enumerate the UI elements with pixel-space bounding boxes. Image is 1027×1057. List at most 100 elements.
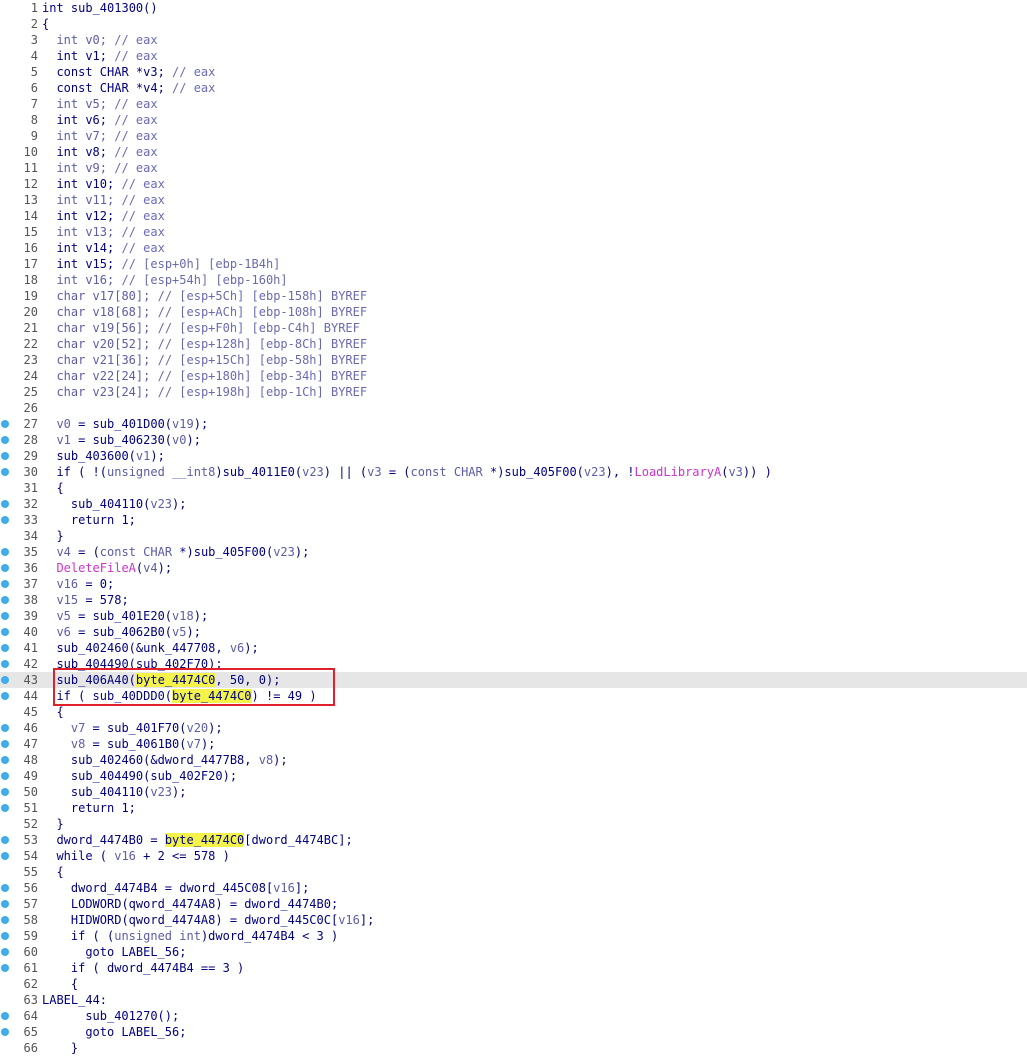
code-line[interactable]: 28 v1 = sub_406230(v0); (0, 432, 1027, 448)
code-token[interactable]: sub_404110( (71, 497, 150, 511)
code-token[interactable]: ]; (295, 881, 309, 895)
code-token[interactable]: v23 (302, 465, 324, 479)
code-token[interactable]: return 1; (71, 513, 136, 527)
code-token[interactable]: const CHAR (411, 465, 490, 479)
code-token[interactable]: v23 (150, 785, 172, 799)
code-text[interactable]: char v23[24]; // [esp+198h] [ebp-1Ch] BY… (42, 384, 367, 400)
code-line[interactable]: 29 sub_403600(v1); (0, 448, 1027, 464)
code-text[interactable]: } (42, 528, 63, 544)
code-token[interactable]: if ( sub_40DDD0( (56, 689, 172, 703)
code-token[interactable]: unsigned __int8 (107, 465, 215, 479)
code-token[interactable]: int v5; (56, 97, 114, 111)
code-token[interactable]: v20 (186, 721, 208, 735)
code-token[interactable]: int v16; (56, 273, 121, 287)
code-token[interactable]: v7 (186, 737, 200, 751)
code-token[interactable]: v16 (56, 577, 78, 591)
code-text[interactable]: char v20[52]; // [esp+128h] [ebp-8Ch] BY… (42, 336, 367, 352)
code-token[interactable]: ); (150, 449, 164, 463)
code-token[interactable]: char v22[24]; (56, 369, 157, 383)
code-token[interactable]: sub_402460(&unk_447708, (56, 641, 229, 655)
code-text[interactable]: LODWORD(qword_4474A8) = dword_4474B0; (42, 896, 338, 912)
code-text[interactable]: sub_401270(); (42, 1008, 179, 1024)
code-line[interactable]: 66} (0, 1040, 1027, 1056)
code-text[interactable]: v8 = sub_4061B0(v7); (42, 736, 216, 752)
code-token[interactable]: = 578; (78, 593, 128, 607)
code-text[interactable]: sub_404490(sub_402F70); (42, 656, 222, 672)
code-line[interactable]: 27 v0 = sub_401D00(v19); (0, 416, 1027, 432)
code-token[interactable]: sub_403600( (56, 449, 135, 463)
code-token[interactable]: v8 (259, 753, 273, 767)
code-text[interactable]: HIDWORD(qword_4474A8) = dword_445C0C[v16… (42, 912, 374, 928)
code-token[interactable]: HIDWORD(qword_4474A8) = dword_445C0C[ (71, 913, 338, 927)
code-line[interactable]: 39 v5 = sub_401E20(v18); (0, 608, 1027, 624)
code-line[interactable]: 40 v6 = sub_4062B0(v5); (0, 624, 1027, 640)
code-text[interactable]: v15 = 578; (42, 592, 128, 608)
code-token[interactable]: sub_401300() (71, 1, 158, 15)
code-text[interactable]: int v13; // eax (42, 224, 164, 240)
code-token[interactable]: ) != 49 ) (252, 689, 317, 703)
code-text[interactable]: if ( (unsigned int)dword_4474B4 < 3 ) (42, 928, 338, 944)
code-text[interactable]: if ( dword_4474B4 == 3 ) (42, 960, 244, 976)
code-token[interactable]: = sub_4061B0( (85, 737, 187, 751)
code-token[interactable]: LABEL_44: (42, 993, 107, 1007)
code-text[interactable]: int v9; // eax (42, 160, 157, 176)
code-token[interactable]: = 0; (78, 577, 114, 591)
code-token[interactable]: int v14; (56, 241, 121, 255)
code-line[interactable]: 1 int sub_401300() (0, 0, 1027, 16)
code-text[interactable]: { (42, 864, 63, 880)
code-token[interactable]: ); (194, 609, 208, 623)
code-token[interactable]: v6 (56, 625, 70, 639)
code-line[interactable]: 48 sub_402460(&dword_4477B8, v8); (0, 752, 1027, 768)
code-token[interactable]: char v21[36]; (56, 353, 157, 367)
code-line[interactable]: 10 int v8; // eax (0, 144, 1027, 160)
code-token[interactable]: LODWORD(qword_4474A8) = dword_4474B0; (71, 897, 338, 911)
code-text[interactable]: sub_402460(&unk_447708, v6); (42, 640, 258, 656)
code-line[interactable]: 49 sub_404490(sub_402F20); (0, 768, 1027, 784)
code-token[interactable]: ); (194, 417, 208, 431)
code-token[interactable]: return 1; (71, 801, 136, 815)
code-text[interactable]: sub_404110(v23); (42, 496, 187, 512)
code-token[interactable]: v0 (56, 417, 70, 431)
code-text[interactable]: { (42, 480, 63, 496)
code-token[interactable]: int v1; (56, 49, 114, 63)
code-text[interactable]: int v6; // eax (42, 112, 157, 128)
code-token[interactable]: *)sub_405F00( (490, 465, 584, 479)
code-token[interactable]: int v6; (56, 113, 114, 127)
code-text[interactable]: int v11; // eax (42, 192, 164, 208)
code-token[interactable]: v1 (56, 433, 70, 447)
code-text[interactable]: v1 = sub_406230(v0); (42, 432, 201, 448)
code-token[interactable]: v1 (136, 449, 150, 463)
code-text[interactable]: char v18[68]; // [esp+ACh] [ebp-108h] BY… (42, 304, 367, 320)
code-line[interactable]: 38 v15 = 578; (0, 592, 1027, 608)
code-line[interactable]: 6 const CHAR *v4; // eax (0, 80, 1027, 96)
code-text[interactable]: int v12; // eax (42, 208, 164, 224)
code-token[interactable]: ); (295, 545, 309, 559)
code-line[interactable]: 21 char v19[56]; // [esp+F0h] [ebp-C4h] B… (0, 320, 1027, 336)
code-line[interactable]: 19 char v17[80]; // [esp+5Ch] [ebp-158h] … (0, 288, 1027, 304)
code-text[interactable]: v6 = sub_4062B0(v5); (42, 624, 201, 640)
code-text[interactable]: sub_403600(v1); (42, 448, 164, 464)
code-line[interactable]: 64 sub_401270(); (0, 1008, 1027, 1024)
code-token[interactable]: )sub_4011E0( (215, 465, 302, 479)
code-token[interactable]: *)sub_405F00( (179, 545, 273, 559)
code-line[interactable]: 22 char v20[52]; // [esp+128h] [ebp-8Ch] … (0, 336, 1027, 352)
code-token[interactable]: int v12; (56, 209, 121, 223)
code-line[interactable]: 60 goto LABEL_56; (0, 944, 1027, 960)
code-token[interactable]: ); (172, 497, 186, 511)
code-line[interactable]: 18 int v16; // [esp+54h] [ebp-160h] (0, 272, 1027, 288)
code-line[interactable]: 45 { (0, 704, 1027, 720)
code-token[interactable]: [dword_4474BC]; (244, 833, 352, 847)
code-token[interactable]: ); (158, 561, 172, 575)
code-token[interactable]: v7 (71, 721, 85, 735)
import-function-name[interactable]: DeleteFileA (56, 561, 135, 575)
code-token[interactable]: unsigned int (114, 929, 201, 943)
code-text[interactable]: if ( !(unsigned __int8)sub_4011E0(v23) |… (42, 464, 771, 480)
code-token[interactable]: ); (273, 753, 287, 767)
code-token[interactable]: v23 (273, 545, 295, 559)
code-token[interactable]: int v0; (56, 33, 114, 47)
code-text[interactable]: v5 = sub_401E20(v18); (42, 608, 208, 624)
code-token[interactable]: = sub_401E20( (71, 609, 172, 623)
code-token[interactable]: sub_402460(&dword_4477B8, (71, 753, 259, 767)
code-token[interactable]: goto LABEL_56; (85, 1025, 186, 1039)
code-token[interactable]: v23 (584, 465, 606, 479)
